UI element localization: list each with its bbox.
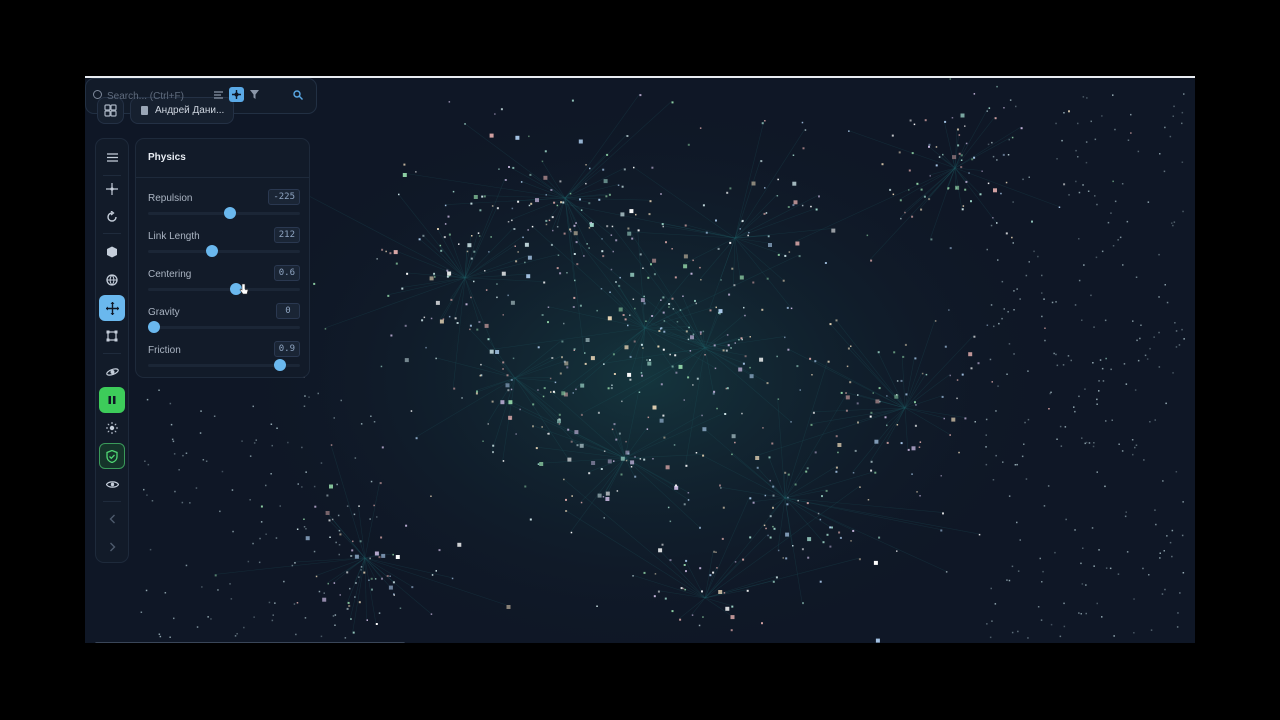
param-slider-thumb[interactable] <box>224 207 237 219</box>
param-label: Gravity <box>148 307 180 318</box>
graph-app: Андрей Дани... Search... (Ctrl+F) Physic… <box>85 76 1195 643</box>
select-tool-button[interactable] <box>99 323 125 349</box>
shield-check-icon <box>106 449 118 463</box>
physics-param-row: Centering 0.6 <box>148 265 300 301</box>
chevron-right-icon <box>109 542 115 552</box>
expand-right-button[interactable] <box>99 534 125 560</box>
graph-mode-button[interactable] <box>229 87 244 102</box>
target-icon <box>232 90 241 99</box>
param-label: Centering <box>148 269 192 280</box>
sphere-view-button[interactable] <box>99 267 125 293</box>
param-value[interactable]: -225 <box>268 189 300 205</box>
filter-mode-button[interactable] <box>247 87 262 102</box>
select-box-icon <box>106 330 118 342</box>
search-icon <box>293 90 303 100</box>
param-label: Repulsion <box>148 193 193 204</box>
param-value[interactable]: 0.9 <box>273 341 300 357</box>
search-button[interactable] <box>291 88 305 102</box>
orbit-icon <box>105 368 119 376</box>
protection-toggle-button[interactable] <box>99 443 125 469</box>
horizontal-scrollbar[interactable] <box>95 642 405 643</box>
list-mode-button[interactable] <box>211 87 226 102</box>
collapse-left-button[interactable] <box>99 506 125 532</box>
orbit-button[interactable] <box>99 359 125 385</box>
document-icon <box>141 106 148 115</box>
param-slider-track[interactable] <box>148 288 300 291</box>
cube-icon <box>107 246 117 258</box>
param-slider-thumb[interactable] <box>205 245 218 257</box>
mouse-cursor <box>239 282 249 300</box>
move-icon <box>105 301 119 315</box>
chevron-left-icon <box>109 514 115 524</box>
param-label: Link Length <box>148 231 200 242</box>
3d-view-button[interactable] <box>99 239 125 265</box>
menu-icon <box>106 152 118 162</box>
center-view-button[interactable] <box>99 176 125 202</box>
search-input[interactable] <box>105 87 207 105</box>
param-slider-thumb[interactable] <box>274 359 287 371</box>
param-slider-track[interactable] <box>148 326 300 329</box>
param-slider-track[interactable] <box>148 250 300 253</box>
param-value[interactable]: 212 <box>273 227 300 243</box>
grid-layout-icon <box>104 104 117 117</box>
search-small-icon <box>93 90 102 99</box>
reset-layout-button[interactable] <box>99 204 125 230</box>
workspace-name: Андрей Дани... <box>155 105 225 116</box>
physics-param-row: Friction 0.9 <box>148 341 300 377</box>
physics-param-row: Repulsion -225 <box>148 189 300 225</box>
param-label: Friction <box>148 345 181 356</box>
physics-title: Physics <box>148 152 186 163</box>
pause-icon <box>108 396 116 404</box>
physics-param-row: Gravity 0 <box>148 303 300 339</box>
param-value[interactable]: 0.6 <box>273 265 300 281</box>
sun-icon <box>106 422 118 434</box>
crosshair-icon <box>106 183 118 195</box>
physics-panel: Physics Repulsion -225 Link Length 212 Cente… <box>135 138 310 378</box>
eye-icon <box>105 480 119 488</box>
lighting-button[interactable] <box>99 415 125 441</box>
param-value[interactable]: 0 <box>276 303 300 319</box>
refresh-icon <box>107 211 117 222</box>
move-tool-button[interactable] <box>99 295 125 321</box>
menu-button[interactable] <box>99 144 125 170</box>
pause-simulation-button[interactable] <box>99 387 125 413</box>
param-slider-thumb[interactable] <box>148 321 161 333</box>
list-icon <box>214 90 223 99</box>
visibility-button[interactable] <box>99 471 125 497</box>
left-toolbar <box>95 138 129 563</box>
physics-param-row: Link Length 212 <box>148 227 300 263</box>
filter-icon <box>250 90 259 99</box>
globe-icon <box>106 274 118 286</box>
